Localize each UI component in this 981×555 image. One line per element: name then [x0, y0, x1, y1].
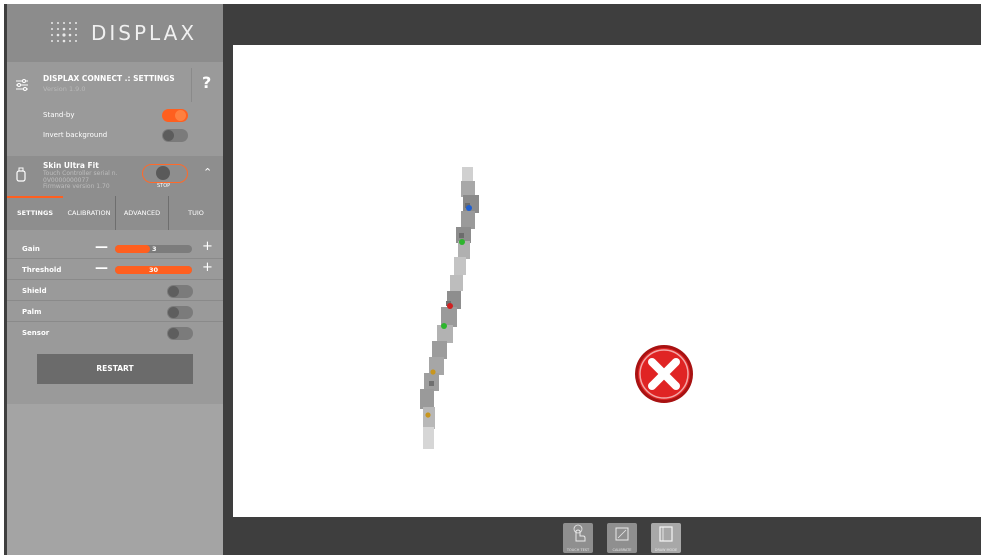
palm-label: Palm — [22, 308, 42, 316]
device-info: Touch Controller serial n. 0V0000000077 … — [43, 170, 117, 191]
tab-calibration[interactable]: CALIBRATION — [63, 196, 115, 230]
gain-value: 3 — [152, 245, 157, 253]
gain-increase-button[interactable]: + — [202, 239, 213, 254]
calibrate-button[interactable]: CALIBRATE — [607, 523, 637, 553]
tab-advanced[interactable]: ADVANCED — [116, 196, 168, 230]
palm-row: Palm — [7, 302, 223, 322]
threshold-decrease-button[interactable]: — — [95, 261, 108, 276]
chevron-up-icon[interactable]: ⌃ — [203, 166, 212, 179]
threshold-increase-button[interactable]: + — [202, 260, 213, 275]
shield-row: Shield — [7, 281, 223, 301]
draw-mode-label: DRAW MODE — [654, 548, 678, 552]
touch-trace — [420, 167, 693, 449]
shield-label: Shield — [22, 287, 47, 295]
threshold-value: 30 — [149, 266, 159, 274]
touch-test-label: TOUCH TEST — [566, 548, 590, 552]
dot-grid-logo-icon — [51, 22, 77, 43]
logo-text: DISPLAX — [91, 21, 198, 45]
standby-label: Stand-by — [43, 111, 75, 119]
touch-test-button[interactable]: TOUCH TEST — [563, 523, 593, 553]
gain-decrease-button[interactable]: — — [95, 240, 108, 255]
divider — [7, 321, 223, 322]
tab-settings[interactable]: SETTINGS — [7, 196, 63, 230]
threshold-row: Threshold — 30 + — [7, 260, 223, 280]
sensor-toggle[interactable] — [167, 327, 193, 340]
stop-label: STOP — [157, 183, 171, 189]
restart-button[interactable]: RESTART — [37, 354, 193, 384]
touch-point — [425, 412, 431, 418]
sensor-row: Sensor — [7, 323, 223, 343]
calibrate-icon — [615, 527, 629, 541]
bottom-toolbar: TOUCH TEST CALIBRATE DRAW MODE — [223, 517, 981, 555]
sidebar-empty-area — [7, 404, 223, 555]
divider — [7, 258, 223, 259]
palm-toggle[interactable] — [167, 306, 193, 319]
shield-toggle[interactable] — [167, 285, 193, 298]
gain-row: Gain — 3 + — [7, 239, 223, 259]
touch-point — [430, 369, 436, 375]
app-title: DISPLAX CONNECT .: SETTINGS — [43, 74, 175, 83]
draw-mode-button[interactable]: DRAW MODE — [651, 523, 681, 553]
help-button[interactable]: ? — [202, 73, 211, 92]
stop-button[interactable] — [142, 164, 188, 183]
device-name: Skin Ultra Fit — [43, 161, 99, 170]
touch-hand-icon — [573, 524, 586, 542]
calibrate-label: CALIBRATE — [612, 548, 632, 552]
standby-toggle[interactable] — [162, 109, 188, 122]
device-panel: Skin Ultra Fit Touch Controller serial n… — [7, 156, 223, 196]
divider — [191, 68, 192, 102]
standby-row: Stand-by — [7, 106, 223, 126]
sidebar: DISPLAX DISPLAX CONNECT .: SETTINGS Vers… — [7, 4, 223, 555]
sliders-icon — [16, 79, 28, 91]
invert-background-toggle[interactable] — [162, 129, 188, 142]
usb-device-icon — [16, 167, 26, 182]
tab-bar: SETTINGS CALIBRATION ADVANCED TUIO — [7, 196, 223, 230]
divider — [7, 300, 223, 301]
touch-point — [459, 239, 465, 245]
gain-slider[interactable]: 3 — [115, 245, 192, 253]
threshold-slider[interactable]: 30 — [115, 266, 192, 274]
logo-area: DISPLAX — [7, 4, 223, 62]
app-version: Version 1.9.0 — [43, 85, 86, 93]
device-firmware: Firmware version 1.70 — [43, 183, 110, 191]
draw-panel-icon — [659, 526, 673, 542]
touch-point — [466, 205, 472, 211]
sensor-label: Sensor — [22, 329, 50, 337]
settings-header: DISPLAX CONNECT .: SETTINGS Version 1.9.… — [7, 68, 223, 102]
tab-tuio[interactable]: TUIO — [169, 196, 223, 230]
touch-point — [441, 323, 447, 329]
touch-point — [447, 303, 453, 309]
touch-canvas[interactable] — [233, 45, 981, 517]
divider — [7, 279, 223, 280]
gain-slider-fill — [115, 245, 150, 253]
gain-label: Gain — [22, 245, 40, 253]
invert-background-label: Invert background — [43, 131, 108, 139]
error-x-icon — [635, 345, 693, 403]
threshold-label: Threshold — [22, 266, 62, 274]
invert-background-row: Invert background — [7, 126, 223, 146]
